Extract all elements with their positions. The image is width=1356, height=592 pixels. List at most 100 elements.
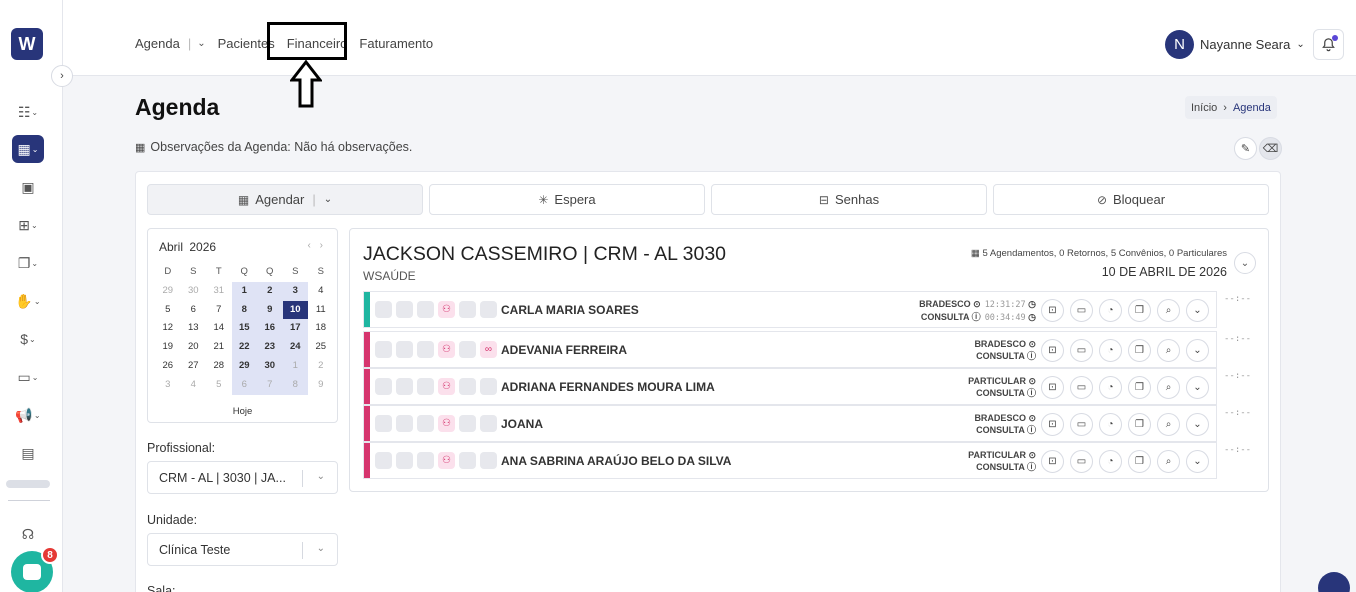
reschedule-button[interactable]: ◔ [1099, 339, 1122, 362]
calendar-day[interactable]: 28 [206, 357, 232, 376]
calendar-day[interactable]: 14 [206, 319, 232, 338]
calendar-day[interactable]: 6 [181, 301, 207, 320]
status-slot[interactable] [480, 301, 497, 318]
patient-status-button[interactable]: ⚇ [438, 452, 455, 469]
status-slot[interactable] [396, 452, 413, 469]
sidebar-item-documents[interactable]: ❐ ⌄ [12, 249, 44, 277]
status-slot[interactable] [459, 415, 476, 432]
search-button[interactable]: ⌕ [1157, 376, 1180, 399]
sidebar-item-marketing[interactable]: 📢 ⌄ [12, 401, 44, 429]
calendar-day[interactable]: 29 [155, 282, 181, 301]
status-slot[interactable] [417, 341, 434, 358]
calendar-day[interactable]: 16 [257, 319, 283, 339]
calendar-day[interactable]: 22 [231, 338, 257, 357]
chevron-right-icon[interactable]: › [320, 240, 323, 251]
calendar-day[interactable]: 7 [257, 375, 283, 395]
status-slot[interactable] [480, 452, 497, 469]
espera-button[interactable]: ✳ Espera [429, 184, 705, 215]
profissional-select[interactable]: CRM - AL | 3030 | JA... ⌄ [147, 461, 338, 494]
calendar-day[interactable]: 10 [282, 300, 308, 320]
calendar-today-button[interactable]: Hoje [148, 406, 337, 417]
checkin-button[interactable]: ⊡ [1041, 339, 1064, 362]
monitor-button[interactable]: ▭ [1070, 299, 1093, 322]
recurrence-status-button[interactable]: ∞ [480, 341, 497, 358]
agendar-button[interactable]: ▦ Agendar | ⌄ [147, 184, 423, 215]
chevron-down-icon[interactable]: ⌄ [197, 38, 205, 49]
status-slot[interactable] [417, 452, 434, 469]
patient-status-button[interactable]: ⚇ [438, 378, 455, 395]
calendar-day[interactable]: 2 [308, 357, 334, 376]
calendar-day[interactable]: 17 [282, 319, 308, 339]
patient-name[interactable]: JOANA [501, 417, 543, 431]
status-slot[interactable] [396, 301, 413, 318]
calendar-day[interactable]: 15 [231, 319, 257, 339]
calendar-day[interactable]: 4 [181, 376, 207, 395]
calendar-day[interactable]: 1 [231, 281, 257, 301]
calendar-day[interactable]: 19 [155, 338, 181, 357]
calendar-day[interactable]: 27 [181, 357, 207, 376]
copy-button[interactable]: ❐ [1128, 450, 1151, 473]
calendar-day[interactable]: 13 [181, 319, 207, 338]
status-slot[interactable] [459, 452, 476, 469]
nav-agenda[interactable]: Agenda [135, 36, 180, 51]
user-menu[interactable]: N Nayanne Seara ⌄ [1165, 30, 1305, 59]
patient-name[interactable]: CARLA MARIA SOARES [501, 303, 639, 317]
sidebar-item-monitor[interactable]: ▭ ⌄ [12, 363, 44, 391]
calendar-day[interactable]: 20 [181, 338, 207, 357]
search-button[interactable]: ⌕ [1157, 339, 1180, 362]
status-slot[interactable] [396, 378, 413, 395]
calendar-day[interactable]: 30 [181, 282, 207, 301]
calendar-day[interactable]: 9 [257, 300, 283, 320]
status-slot[interactable] [375, 415, 392, 432]
reschedule-button[interactable]: ◔ [1099, 450, 1122, 473]
reschedule-button[interactable]: ◔ [1099, 376, 1122, 399]
appointment-row[interactable]: ⚇ CARLA MARIA SOARES BRADESCO ⊙ 12:31:27 ◷ C… [363, 291, 1217, 328]
copy-button[interactable]: ❐ [1128, 376, 1151, 399]
patient-name[interactable]: ADRIANA FERNANDES MOURA LIMA [501, 380, 715, 394]
clear-observation-button[interactable]: ⌫ [1259, 137, 1282, 160]
status-slot[interactable] [459, 301, 476, 318]
monitor-button[interactable]: ▭ [1070, 339, 1093, 362]
search-button[interactable]: ⌕ [1157, 450, 1180, 473]
sidebar-item-clinic[interactable]: ⊞ ⌄ [12, 211, 44, 239]
edit-observation-button[interactable]: ✎ [1234, 137, 1257, 160]
calendar-day[interactable]: 6 [231, 375, 257, 395]
monitor-button[interactable]: ▭ [1070, 413, 1093, 436]
status-slot[interactable] [480, 415, 497, 432]
calendar-day[interactable]: 26 [155, 357, 181, 376]
patient-status-button[interactable]: ⚇ [438, 341, 455, 358]
notifications-button[interactable] [1313, 29, 1344, 60]
calendar-day[interactable]: 5 [206, 376, 232, 395]
appointment-row[interactable]: ⚇ ANA SABRINA ARAÚJO BELO DA SILVA PARTICU… [363, 442, 1217, 479]
calendar-day[interactable]: 8 [282, 375, 308, 395]
status-slot[interactable] [417, 378, 434, 395]
calendar-day[interactable]: 23 [257, 338, 283, 357]
status-slot[interactable] [375, 378, 392, 395]
calendar-day[interactable]: 9 [308, 376, 334, 395]
sidebar-item-agenda[interactable]: ▦ ⌄ [12, 135, 44, 163]
sidebar-item-handshake[interactable]: ✋ ⌄ [12, 287, 44, 315]
app-logo[interactable]: W [11, 28, 43, 60]
calendar-day[interactable]: 3 [282, 281, 308, 301]
patient-name[interactable]: ADEVANIA FERREIRA [501, 343, 627, 357]
patient-status-button[interactable]: ⚇ [438, 301, 455, 318]
status-slot[interactable] [417, 301, 434, 318]
status-slot[interactable] [480, 378, 497, 395]
expand-button[interactable]: ⌄ [1186, 339, 1209, 362]
checkin-button[interactable]: ⊡ [1041, 376, 1064, 399]
checkin-button[interactable]: ⊡ [1041, 450, 1064, 473]
sidebar-item-finance[interactable]: $ ⌄ [12, 325, 44, 353]
calendar-day[interactable]: 31 [206, 282, 232, 301]
appointment-row[interactable]: ⚇ ADRIANA FERNANDES MOURA LIMA PARTICULAR … [363, 368, 1217, 405]
calendar-day[interactable]: 24 [282, 338, 308, 357]
calendar-day[interactable]: 5 [155, 301, 181, 320]
expand-button[interactable]: ⌄ [1186, 376, 1209, 399]
monitor-button[interactable]: ▭ [1070, 450, 1093, 473]
senhas-button[interactable]: ⊟ Senhas [711, 184, 987, 215]
appointment-row[interactable]: ⚇ ∞ ADEVANIA FERREIRA BRADESCO ⊙ CONSULTA ⓘ ⊡… [363, 331, 1217, 368]
status-slot[interactable] [417, 415, 434, 432]
reschedule-button[interactable]: ◔ [1099, 299, 1122, 322]
calendar-day[interactable]: 12 [155, 319, 181, 338]
sidebar-scroll-indicator[interactable] [6, 480, 50, 488]
checkin-button[interactable]: ⊡ [1041, 299, 1064, 322]
